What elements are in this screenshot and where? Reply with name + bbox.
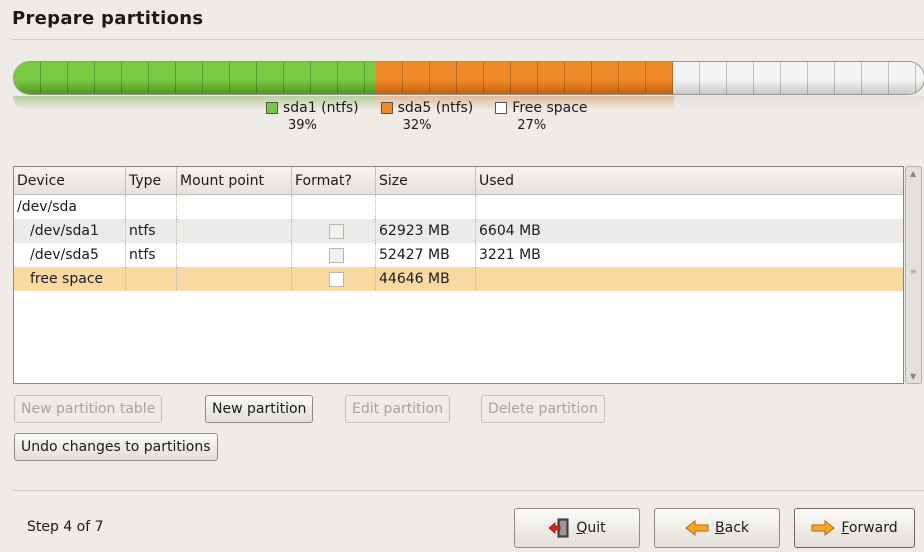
table-scrollbar[interactable]: ▲ ≡ ▼ bbox=[905, 166, 922, 384]
legend-item-sda5: sda5 (ntfs) 32% bbox=[380, 100, 474, 133]
arrow-left-icon bbox=[685, 520, 709, 536]
delete-partition-button[interactable]: Delete partition bbox=[481, 395, 605, 423]
page-title: Prepare partitions bbox=[12, 8, 204, 29]
format-cell bbox=[292, 219, 376, 243]
column-header-format[interactable]: Format? bbox=[292, 167, 376, 194]
format-cell bbox=[292, 267, 376, 291]
legend-swatch bbox=[495, 102, 508, 114]
device-cell: /dev/sda1 bbox=[14, 219, 126, 243]
new-partition-button[interactable]: New partition bbox=[205, 395, 314, 423]
size-cell: 62923 MB bbox=[376, 219, 476, 243]
table-header: Device Type Mount point Format? Size Use… bbox=[14, 167, 903, 195]
used-cell bbox=[476, 267, 903, 291]
table-row[interactable]: /dev/sda5 ntfs 52427 MB 3221 MB bbox=[14, 243, 903, 267]
size-cell bbox=[376, 195, 476, 219]
format-cell bbox=[292, 243, 376, 267]
type-cell: ntfs bbox=[126, 219, 177, 243]
type-cell: ntfs bbox=[126, 243, 177, 267]
legend-item-free: Free space 27% bbox=[495, 100, 588, 133]
undo-changes-button[interactable]: Undo changes to partitions bbox=[14, 433, 218, 461]
size-cell: 44646 MB bbox=[376, 267, 476, 291]
type-cell bbox=[126, 195, 177, 219]
arrow-right-icon bbox=[811, 520, 836, 536]
back-label: Back bbox=[715, 520, 749, 536]
edit-partition-button[interactable]: Edit partition bbox=[345, 395, 450, 423]
legend-percent: 39% bbox=[288, 118, 317, 133]
legend-label: sda5 (ntfs) bbox=[397, 100, 474, 116]
quit-button[interactable]: Quit bbox=[514, 508, 640, 548]
format-checkbox[interactable] bbox=[329, 271, 344, 287]
format-cell bbox=[292, 195, 376, 219]
partition-segment-free bbox=[673, 62, 924, 94]
partition-table: Device Type Mount point Format? Size Use… bbox=[13, 166, 904, 384]
partition-legend: sda1 (ntfs) 39% sda5 (ntfs) 32% Free spa… bbox=[266, 100, 588, 133]
column-header-device[interactable]: Device bbox=[14, 167, 126, 194]
footer-divider bbox=[12, 490, 924, 491]
used-cell bbox=[476, 195, 903, 219]
legend-label: Free space bbox=[512, 100, 588, 116]
mount-cell bbox=[177, 267, 292, 291]
legend-item-sda1: sda1 (ntfs) 39% bbox=[266, 100, 359, 133]
mount-cell bbox=[177, 195, 292, 219]
format-checkbox[interactable] bbox=[329, 223, 344, 239]
legend-swatch bbox=[380, 102, 393, 114]
column-header-type[interactable]: Type bbox=[126, 167, 177, 194]
legend-percent: 32% bbox=[402, 118, 432, 133]
legend-percent: 27% bbox=[517, 118, 547, 133]
scroll-grip-icon[interactable]: ≡ bbox=[910, 267, 917, 276]
step-indicator: Step 4 of 7 bbox=[27, 519, 104, 535]
partition-segment-sda1 bbox=[14, 62, 377, 94]
forward-label: Forward bbox=[841, 520, 898, 536]
table-row[interactable]: /dev/sda bbox=[14, 195, 903, 219]
mount-cell bbox=[177, 243, 292, 267]
title-divider bbox=[12, 39, 924, 40]
device-cell: free space bbox=[14, 267, 126, 291]
size-cell: 52427 MB bbox=[376, 243, 476, 267]
column-header-mount-point[interactable]: Mount point bbox=[177, 167, 292, 194]
scroll-down-icon[interactable]: ▼ bbox=[910, 372, 916, 381]
used-cell: 6604 MB bbox=[479, 223, 541, 239]
quit-label: Quit bbox=[576, 520, 606, 536]
type-cell bbox=[126, 267, 177, 291]
table-row-selected[interactable]: free space 44646 MB bbox=[14, 267, 903, 291]
column-header-size[interactable]: Size bbox=[376, 167, 476, 194]
device-cell: /dev/sda5 bbox=[14, 243, 126, 267]
scroll-up-icon[interactable]: ▲ bbox=[910, 169, 916, 178]
column-header-used[interactable]: Used bbox=[476, 167, 903, 194]
mount-cell bbox=[177, 219, 292, 243]
back-button[interactable]: Back bbox=[654, 508, 780, 548]
partition-segment-sda5 bbox=[376, 62, 674, 94]
format-checkbox[interactable] bbox=[329, 247, 344, 263]
legend-swatch bbox=[266, 102, 278, 114]
table-row[interactable]: /dev/sda1 ntfs 62923 MB 6604 MB bbox=[14, 219, 903, 243]
used-cell: 3221 MB bbox=[479, 247, 541, 263]
quit-icon bbox=[548, 518, 569, 538]
new-partition-table-button[interactable]: New partition table bbox=[14, 395, 163, 423]
device-cell: /dev/sda bbox=[14, 195, 126, 219]
forward-button[interactable]: Forward bbox=[794, 508, 915, 548]
legend-label: sda1 (ntfs) bbox=[283, 100, 359, 116]
partition-bar bbox=[13, 61, 924, 95]
